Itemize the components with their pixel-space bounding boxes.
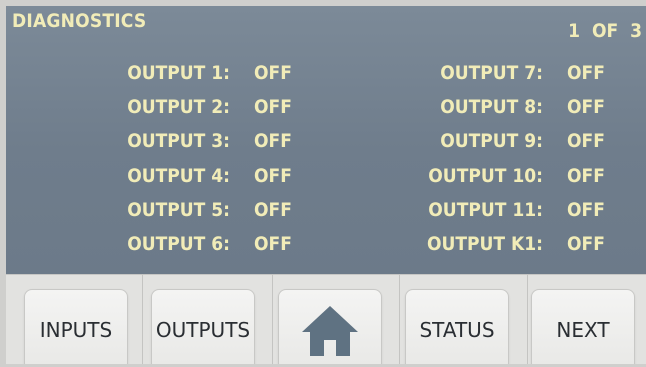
output-value: OFF — [567, 165, 605, 187]
nav-divider — [272, 275, 273, 364]
output-value: OFF — [567, 233, 605, 255]
nav-divider — [399, 275, 400, 364]
output-row-11: OUTPUT 11: OFF — [6, 196, 605, 224]
next-button[interactable]: NEXT — [531, 289, 635, 364]
diagnostics-screen: DIAGNOSTICS 1 OF 3 OUTPUT 1: OFF OUTPUT … — [6, 6, 646, 364]
output-label: OUTPUT 7: — [440, 62, 543, 84]
next-button-label: NEXT — [556, 318, 610, 342]
output-value: OFF — [567, 130, 605, 152]
output-row-10: OUTPUT 10: OFF — [6, 162, 605, 190]
output-label: OUTPUT 11: — [428, 199, 543, 221]
bottom-nav-bar: INPUTS OUTPUTS STATUS NEXT — [6, 274, 646, 364]
inputs-button-label: INPUTS — [39, 318, 113, 342]
nav-divider — [527, 275, 528, 364]
output-value: OFF — [567, 62, 605, 84]
outputs-button[interactable]: OUTPUTS — [151, 289, 255, 364]
output-value: OFF — [567, 96, 605, 118]
output-label: OUTPUT 9: — [440, 130, 543, 152]
home-icon — [302, 306, 358, 356]
output-row-9: OUTPUT 9: OFF — [6, 127, 605, 155]
page-indicator: 1 OF 3 — [568, 20, 642, 42]
nav-divider — [142, 275, 143, 364]
outputs-button-label: OUTPUTS — [155, 318, 251, 342]
page-title: DIAGNOSTICS — [12, 10, 147, 32]
output-row-8: OUTPUT 8: OFF — [6, 93, 605, 121]
output-label: OUTPUT 10: — [428, 165, 543, 187]
output-label: OUTPUT 8: — [440, 96, 543, 118]
home-button[interactable] — [278, 289, 382, 364]
output-value: OFF — [567, 199, 605, 221]
inputs-button[interactable]: INPUTS — [24, 289, 128, 364]
output-row-k1: OUTPUT K1: OFF — [6, 230, 605, 258]
status-button-label: STATUS — [419, 318, 495, 342]
status-button[interactable]: STATUS — [405, 289, 509, 364]
output-row-7: OUTPUT 7: OFF — [6, 59, 605, 87]
output-label: OUTPUT K1: — [426, 233, 543, 255]
